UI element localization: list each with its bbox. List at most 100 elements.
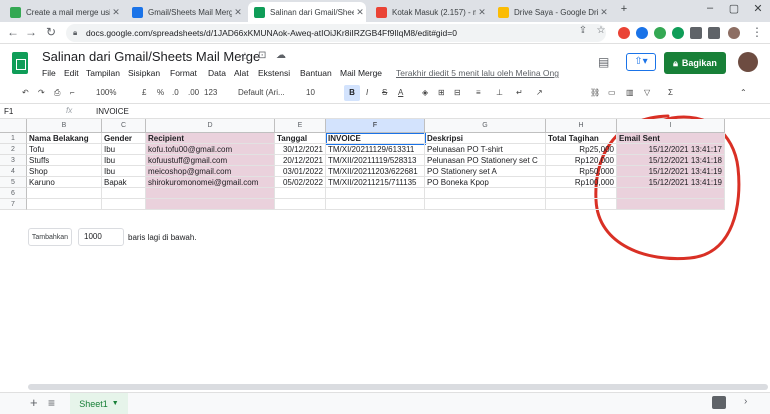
table-cell[interactable]: 15/12/2021 13:41:19	[617, 166, 725, 177]
column-header-e[interactable]: E	[275, 119, 326, 133]
star-icon[interactable]: ☆	[240, 50, 250, 63]
row-header-3[interactable]: 3	[0, 155, 27, 166]
table-cell[interactable]: 05/02/2022	[275, 177, 326, 188]
minimize-icon[interactable]: –	[700, 2, 720, 14]
header-cell[interactable]: Deskripsi	[425, 133, 546, 144]
close-icon[interactable]: ✕	[110, 7, 122, 18]
row-header-5[interactable]: 5	[0, 177, 27, 188]
back-icon[interactable]: ←	[6, 25, 20, 39]
table-cell[interactable]: Pelunasan PO T-shirt	[425, 144, 546, 155]
maximize-icon[interactable]: ▢	[724, 2, 744, 15]
table-cell[interactable]	[326, 199, 425, 210]
text-rotation-icon[interactable]: ↗	[536, 88, 543, 97]
table-cell[interactable]	[102, 199, 146, 210]
increase-decimal-button[interactable]: .00	[188, 88, 199, 97]
add-rows-count-input[interactable]: 1000	[78, 228, 124, 246]
all-sheets-icon[interactable]: ≡	[48, 396, 55, 410]
header-cell[interactable]: Gender	[102, 133, 146, 144]
table-cell[interactable]: TM/XII/20211203/622681	[326, 166, 425, 177]
percent-format-button[interactable]: %	[157, 88, 164, 97]
move-folder-icon[interactable]: ⊡	[258, 50, 266, 61]
table-cell[interactable]	[546, 199, 617, 210]
row-header-1[interactable]: 1	[0, 133, 27, 144]
table-cell[interactable]: PO Stationery set A	[425, 166, 546, 177]
horizontal-align-icon[interactable]: ≡	[476, 88, 481, 97]
reading-list-icon[interactable]	[708, 27, 720, 39]
table-cell[interactable]: 15/12/2021 13:41:17	[617, 144, 725, 155]
present-button-icon[interactable]: ⇧▾	[626, 53, 656, 71]
column-header-g[interactable]: G	[425, 119, 546, 133]
bold-button[interactable]: B	[344, 85, 360, 101]
browser-tab-3-active[interactable]: Salinan dari Gmail/Sheets ✕	[248, 2, 366, 22]
formula-input[interactable]: INVOICE	[96, 107, 129, 116]
close-icon[interactable]: ✕	[354, 7, 366, 18]
column-header-d[interactable]: D	[146, 119, 275, 133]
window-close-icon[interactable]: ✕	[748, 2, 768, 15]
table-cell[interactable]: 15/12/2021 13:41:18	[617, 155, 725, 166]
filter-icon[interactable]: ▽	[644, 88, 650, 97]
address-bar[interactable]: 🔒︎ docs.google.com/spreadsheets/d/1JAD66…	[66, 24, 606, 42]
explore-icon[interactable]	[712, 396, 726, 409]
text-wrap-icon[interactable]: ↵	[516, 88, 523, 97]
table-cell[interactable]: 03/01/2022	[275, 166, 326, 177]
table-cell[interactable]: Ibu	[102, 166, 146, 177]
add-rows-button[interactable]: Tambahkan	[28, 228, 72, 246]
header-cell[interactable]: Nama Belakang	[27, 133, 102, 144]
extension-icon[interactable]	[672, 27, 684, 39]
menu-format[interactable]: Format	[170, 68, 197, 78]
menu-edit[interactable]: Edit	[64, 68, 79, 78]
column-header-b[interactable]: B	[27, 119, 102, 133]
header-cell[interactable]: Total Tagihan	[546, 133, 617, 144]
close-icon[interactable]: ✕	[476, 7, 488, 18]
table-cell[interactable]	[146, 188, 275, 199]
menu-tools[interactable]: Alat	[234, 68, 249, 78]
table-cell[interactable]: Karuno	[27, 177, 102, 188]
menu-extensions[interactable]: Ekstensi	[258, 68, 290, 78]
menu-help[interactable]: Bantuan	[300, 68, 332, 78]
table-cell[interactable]: Rp100,000	[546, 177, 617, 188]
last-edit-link[interactable]: Terakhir diedit 5 menit lalu oleh Melina…	[396, 68, 559, 78]
reload-icon[interactable]: ↻	[44, 25, 58, 39]
fill-color-icon[interactable]: ◈	[422, 88, 428, 97]
browser-tab-1[interactable]: Create a mail merge using ✕	[4, 2, 122, 22]
menu-data[interactable]: Data	[208, 68, 226, 78]
new-tab-button[interactable]: +	[614, 3, 634, 15]
table-cell[interactable]	[617, 188, 725, 199]
user-avatar[interactable]	[738, 52, 758, 72]
undo-icon[interactable]: ↶	[22, 88, 29, 97]
insert-chart-icon[interactable]: ▥	[626, 88, 634, 97]
sheet-tab-sheet1[interactable]: Sheet1 ▼	[70, 393, 128, 414]
table-cell[interactable]	[425, 188, 546, 199]
table-cell[interactable]: Pelunasan PO Stationery set C	[425, 155, 546, 166]
table-cell[interactable]: PO Boneka Kpop	[425, 177, 546, 188]
close-icon[interactable]: ✕	[598, 7, 610, 18]
side-panel-toggle-icon[interactable]: ›	[744, 396, 747, 407]
currency-format-button[interactable]: £	[142, 88, 146, 97]
table-cell[interactable]	[425, 199, 546, 210]
document-title[interactable]: Salinan dari Gmail/Sheets Mail Merge	[42, 49, 260, 64]
merge-cells-icon[interactable]: ⊟	[454, 88, 461, 97]
horizontal-scrollbar[interactable]	[28, 384, 768, 390]
header-cell[interactable]: Tanggal	[275, 133, 326, 144]
browser-tab-4[interactable]: Kotak Masuk (2.157) - me ✕	[370, 2, 488, 22]
table-cell[interactable]: Bapak	[102, 177, 146, 188]
table-cell[interactable]: Rp50,000	[546, 166, 617, 177]
sheets-logo-icon[interactable]	[12, 52, 28, 74]
table-cell[interactable]: Stuffs	[27, 155, 102, 166]
share-button[interactable]: 🔒︎ Bagikan	[664, 52, 726, 74]
bookmark-star-icon[interactable]: ☆	[594, 25, 608, 36]
table-cell[interactable]	[146, 199, 275, 210]
menu-file[interactable]: File	[42, 68, 56, 78]
font-select[interactable]: Default (Ari...	[238, 88, 285, 97]
header-cell[interactable]: Recipient	[146, 133, 275, 144]
table-cell[interactable]: meicoshop@gmail.com	[146, 166, 275, 177]
insert-comment-icon[interactable]: ▭	[608, 88, 616, 97]
header-cell[interactable]: Email Sent	[617, 133, 725, 144]
functions-icon[interactable]: Σ	[668, 88, 673, 97]
table-cell[interactable]: Ibu	[102, 155, 146, 166]
row-header-7[interactable]: 7	[0, 199, 27, 210]
browser-menu-icon[interactable]: ⋮	[750, 25, 764, 39]
vertical-align-icon[interactable]: ⊥	[496, 88, 503, 97]
table-cell[interactable]	[546, 188, 617, 199]
print-icon[interactable]: ⎙	[54, 88, 60, 98]
